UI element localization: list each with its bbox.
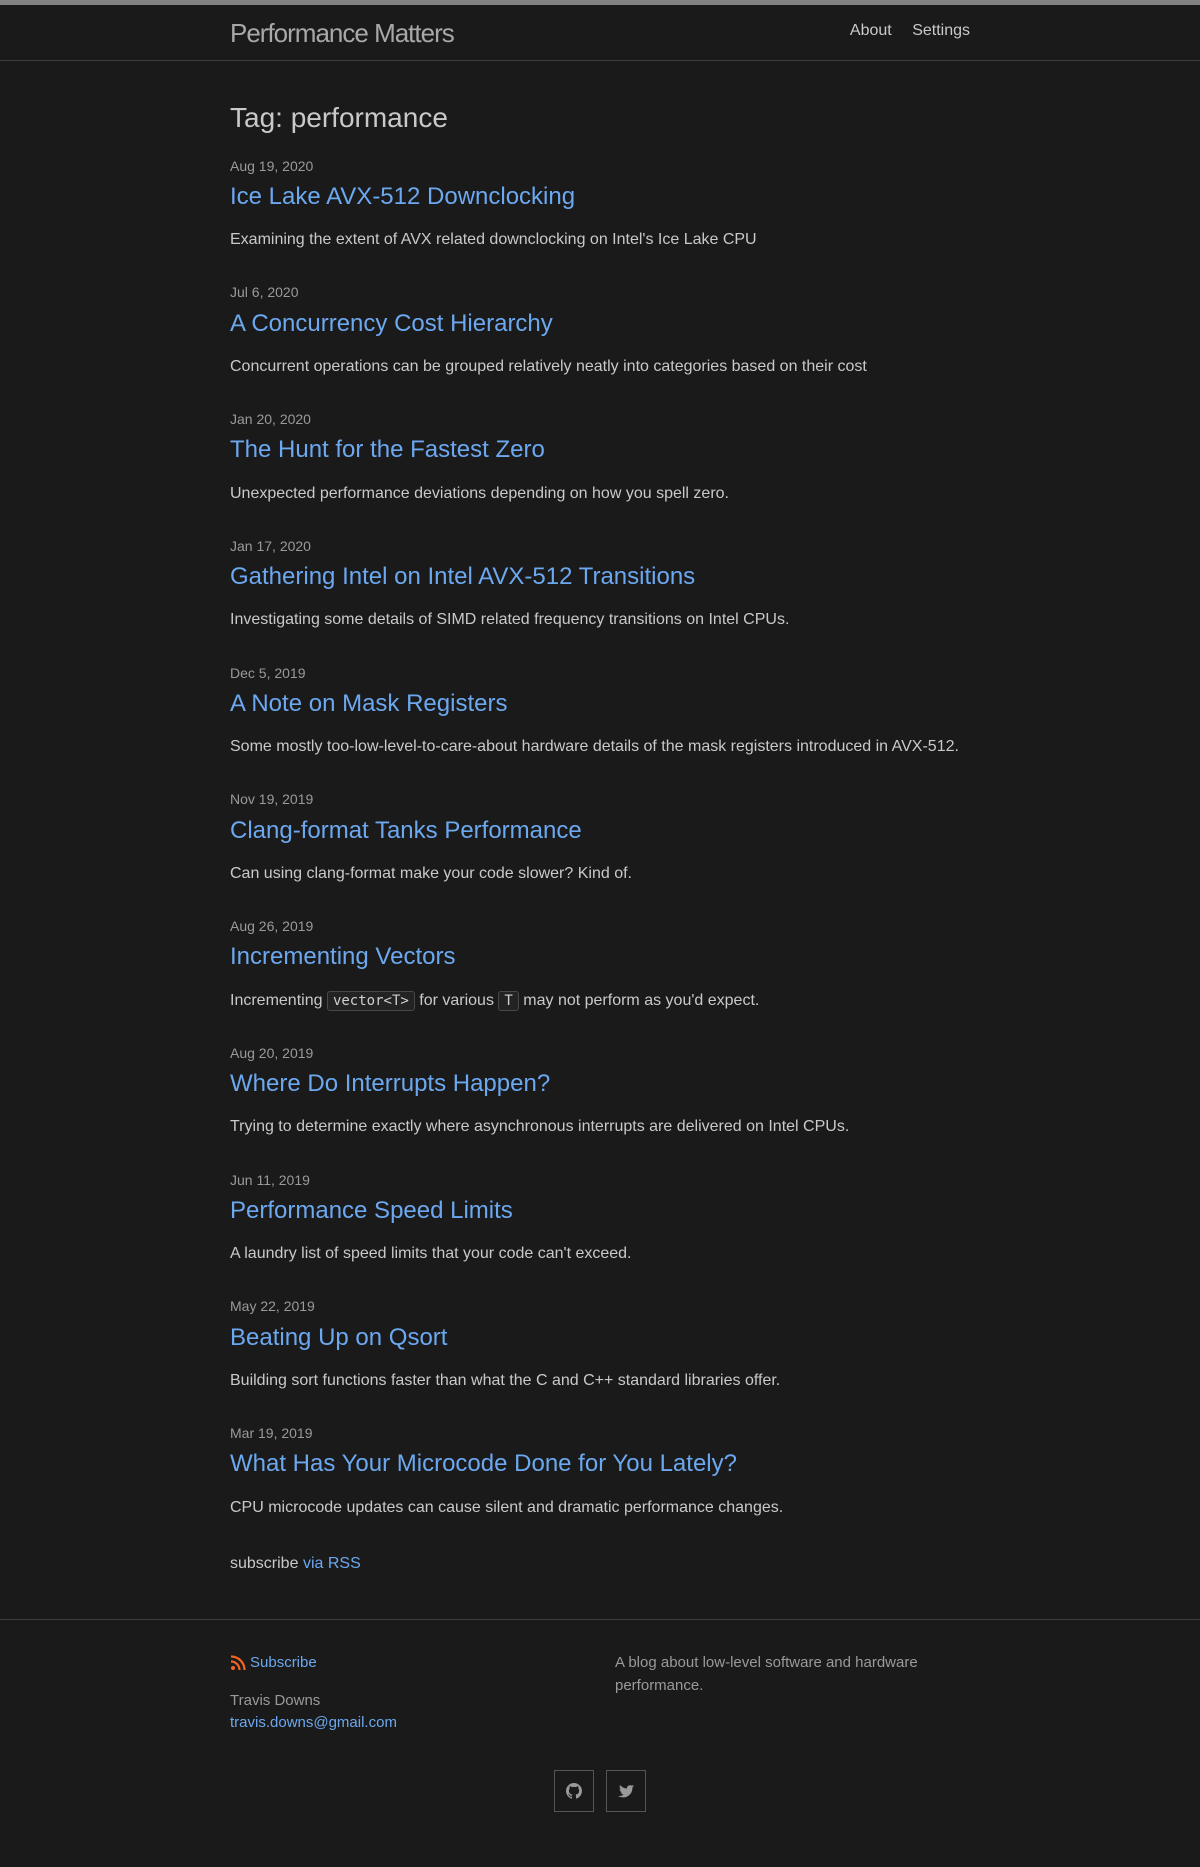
- excerpt-text: Incrementing: [230, 991, 327, 1009]
- post-title-link[interactable]: Gathering Intel on Intel AVX-512 Transit…: [230, 561, 970, 592]
- post-date: Aug 26, 2019: [230, 918, 314, 935]
- post-list-item: Jan 20, 2020 The Hunt for the Fastest Ze…: [230, 410, 970, 505]
- post-date: Jun 11, 2019: [230, 1171, 310, 1188]
- post-excerpt: Examining the extent of AVX related down…: [230, 230, 757, 248]
- post-excerpt: Incrementing vector<T> for various T may…: [230, 990, 970, 1012]
- post-excerpt: Building sort functions faster than what…: [230, 1371, 781, 1389]
- post-title-link[interactable]: Performance Speed Limits: [230, 1195, 970, 1226]
- post-title-link[interactable]: Beating Up on Qsort: [230, 1322, 970, 1353]
- post-title-link[interactable]: Clang-format Tanks Performance: [230, 815, 970, 846]
- inline-code: vector<T>: [326, 990, 415, 1011]
- footer-subscribe-label: Subscribe: [250, 1654, 317, 1672]
- post-list-item: Jun 11, 2019 Performance Speed Limits A …: [230, 1171, 970, 1266]
- author-name: Travis Downs: [230, 1692, 321, 1710]
- post-title-link[interactable]: The Hunt for the Fastest Zero: [230, 434, 970, 465]
- post-list-item: Aug 26, 2019 Incrementing Vectors Increm…: [230, 917, 970, 1012]
- post-date: Jul 6, 2020: [230, 284, 299, 301]
- post-list-item: May 22, 2019 Beating Up on Qsort Buildin…: [230, 1297, 970, 1392]
- site-header: Performance Matters About Settings: [0, 5, 1200, 61]
- post-title-link[interactable]: Where Do Interrupts Happen?: [230, 1068, 970, 1099]
- nav-settings-link[interactable]: Settings: [912, 22, 970, 39]
- post-date: Aug 20, 2019: [230, 1044, 314, 1061]
- github-icon: [565, 1783, 582, 1799]
- excerpt-text: for various: [414, 991, 499, 1009]
- post-list: Aug 19, 2020 Ice Lake AVX-512 Downclocki…: [230, 157, 970, 1519]
- rss-link[interactable]: via RSS: [303, 1555, 361, 1572]
- post-excerpt: Investigating some details of SIMD relat…: [230, 611, 790, 629]
- post-excerpt: CPU microcode updates can cause silent a…: [230, 1498, 784, 1516]
- post-title-link[interactable]: A Concurrency Cost Hierarchy: [230, 308, 970, 339]
- twitter-button[interactable]: [606, 1770, 647, 1813]
- post-list-item: Dec 5, 2019 A Note on Mask Registers Som…: [230, 664, 970, 759]
- post-title-link[interactable]: Incrementing Vectors: [230, 941, 970, 972]
- site-footer: Subscribe Travis Downs travis.downs@gmai…: [0, 1619, 1200, 1867]
- post-excerpt: Trying to determine exactly where asynch…: [230, 1118, 850, 1136]
- post-excerpt: Concurrent operations can be grouped rel…: [230, 357, 867, 375]
- rss-subscribe-prefix: subscribe: [230, 1555, 299, 1573]
- post-excerpt: Unexpected performance deviations depend…: [230, 484, 729, 502]
- footer-contact: Subscribe Travis Downs travis.downs@gmai…: [230, 1652, 590, 1734]
- site-nav: About Settings: [834, 22, 970, 40]
- post-list-item: Mar 19, 2019 What Has Your Microcode Don…: [230, 1424, 970, 1519]
- post-title-link[interactable]: A Note on Mask Registers: [230, 688, 970, 719]
- main-content: Tag: performance Aug 19, 2020 Ice Lake A…: [0, 61, 1200, 1573]
- page-heading: Tag: performance: [230, 102, 448, 133]
- site-title-link[interactable]: Performance Matters: [230, 18, 455, 49]
- github-button[interactable]: [553, 1770, 594, 1813]
- post-title-link[interactable]: Ice Lake AVX-512 Downclocking: [230, 181, 970, 212]
- rss-icon: [230, 1654, 246, 1670]
- footer-subscribe-link[interactable]: Subscribe: [230, 1654, 590, 1671]
- post-list-item: Aug 19, 2020 Ice Lake AVX-512 Downclocki…: [230, 157, 970, 252]
- post-date: Dec 5, 2019: [230, 664, 306, 681]
- post-date: Aug 19, 2020: [230, 157, 314, 174]
- post-date: Jan 20, 2020: [230, 411, 311, 428]
- post-date: Mar 19, 2019: [230, 1425, 313, 1442]
- post-list-item: Jan 17, 2020 Gathering Intel on Intel AV…: [230, 537, 970, 632]
- inline-code: T: [498, 990, 519, 1011]
- post-list-item: Aug 20, 2019 Where Do Interrupts Happen?…: [230, 1044, 970, 1139]
- nav-about-link[interactable]: About: [850, 22, 892, 39]
- rss-subscribe: subscribe via RSS: [230, 1551, 970, 1573]
- post-excerpt: A laundry list of speed limits that your…: [230, 1245, 632, 1263]
- site-description: A blog about low-level software and hard…: [615, 1654, 918, 1694]
- twitter-icon: [618, 1784, 635, 1798]
- post-title-link[interactable]: What Has Your Microcode Done for You Lat…: [230, 1448, 970, 1479]
- author-email-link[interactable]: travis.downs@gmail.com: [230, 1712, 590, 1734]
- post-date: Jan 17, 2020: [230, 537, 311, 554]
- post-date: May 22, 2019: [230, 1298, 315, 1315]
- post-date: Nov 19, 2019: [230, 791, 314, 808]
- post-excerpt: Some mostly too-low-level-to-care-about …: [230, 738, 959, 756]
- post-list-item: Nov 19, 2019 Clang-format Tanks Performa…: [230, 790, 970, 885]
- excerpt-text: may not perform as you'd expect.: [518, 991, 760, 1009]
- post-list-item: Jul 6, 2020 A Concurrency Cost Hierarchy…: [230, 283, 970, 378]
- social-links: [230, 1770, 970, 1813]
- post-excerpt: Can using clang-format make your code sl…: [230, 864, 632, 882]
